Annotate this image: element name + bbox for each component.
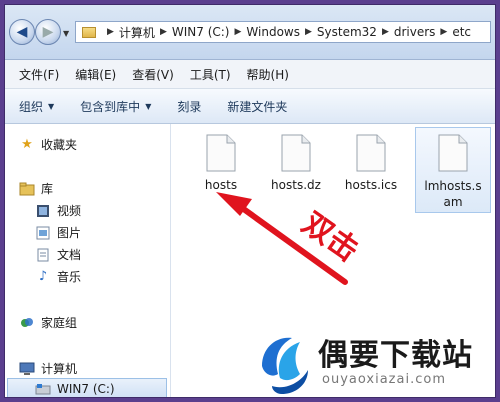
nav-music[interactable]: ♪ 音乐 (35, 268, 81, 285)
video-icon (35, 203, 51, 219)
menu-edit[interactable]: 编辑(E) (75, 66, 116, 83)
burn-label: 刻录 (177, 99, 202, 114)
command-bar: 组织 ▼ 包含到库中 ▼ 刻录 新建文件夹 (5, 89, 495, 124)
file-name: hosts.dz (271, 178, 321, 192)
nav-library[interactable]: 库 (19, 180, 53, 197)
menu-view[interactable]: 查看(V) (132, 66, 174, 83)
nav-video[interactable]: 视频 (35, 202, 81, 219)
logo-title: 偶要下载站 (318, 338, 473, 373)
nav-drive-label: WIN7 (C:) (57, 382, 115, 396)
forward-arrow-icon: ▶ (42, 24, 54, 40)
blank-file-icon (356, 134, 386, 172)
menu-help[interactable]: 帮助(H) (247, 66, 289, 83)
new-folder-label: 新建文件夹 (227, 99, 288, 114)
back-arrow-icon: ◀ (16, 24, 28, 40)
music-note-icon: ♪ (38, 269, 48, 284)
nav-homegroup-label: 家庭组 (41, 316, 78, 330)
logo-emblem (262, 337, 308, 394)
crumb-drivers[interactable]: drivers (394, 25, 436, 39)
blank-file-icon (438, 134, 468, 172)
nav-computer-label: 计算机 (41, 362, 78, 376)
file-hosts-dz[interactable]: hosts.dz (261, 134, 331, 192)
nav-computer[interactable]: 计算机 (19, 360, 77, 377)
picture-icon (35, 225, 51, 241)
file-name: lmhosts.sam (424, 179, 482, 209)
file-name: hosts.ics (344, 178, 398, 192)
crumb-system32[interactable]: System32 (317, 25, 377, 39)
menu-tools[interactable]: 工具(T) (190, 66, 231, 83)
nav-documents-label: 文档 (57, 248, 82, 262)
recent-pages-dropdown-icon[interactable]: ▼ (63, 29, 69, 38)
blank-file-icon (281, 134, 311, 172)
computer-icon (19, 361, 35, 377)
logo-url: ouyaoxiazai.com (322, 372, 446, 387)
document-icon (35, 247, 51, 263)
chevron-right-icon[interactable]: ▶ (305, 27, 312, 37)
nav-documents[interactable]: 文档 (35, 246, 81, 263)
back-button[interactable]: ◀ (9, 19, 35, 45)
include-library-button[interactable]: 包含到库中 ▼ (80, 98, 151, 115)
file-hosts[interactable]: hosts (186, 134, 256, 192)
folder-icon (82, 26, 96, 38)
crumb-windows[interactable]: Windows (246, 25, 300, 39)
file-hosts-ics[interactable]: hosts.ics (336, 134, 406, 192)
site-logo: 偶要下载站 ouyaoxiazai.com (252, 324, 500, 402)
chevron-right-icon[interactable]: ▶ (234, 27, 241, 37)
file-name: hosts (204, 178, 238, 192)
menu-bar: 文件(F) 编辑(E) 查看(V) 工具(T) 帮助(H) (5, 60, 495, 89)
crumb-drive[interactable]: WIN7 (C:) (172, 25, 230, 39)
breadcrumb: ▶ 计算机 ▶ WIN7 (C:) ▶ Windows ▶ System32 ▶… (102, 24, 471, 41)
new-folder-button[interactable]: 新建文件夹 (227, 98, 287, 115)
nav-favorites[interactable]: ★ 收藏夹 (19, 136, 77, 153)
navigation-pane: ★ 收藏夹 库 视频 图片 文档 ♪ 音乐 家庭组 计算机 WIN7 (C:) (5, 124, 171, 397)
address-bar[interactable]: ▶ 计算机 ▶ WIN7 (C:) ▶ Windows ▶ System32 ▶… (75, 21, 491, 43)
chevron-right-icon[interactable]: ▶ (160, 27, 167, 37)
burn-button[interactable]: 刻录 (177, 98, 201, 115)
drive-icon (35, 381, 51, 397)
library-icon (19, 181, 35, 197)
chevron-right-icon[interactable]: ▶ (107, 27, 114, 37)
nav-music-label: 音乐 (57, 270, 82, 284)
menu-file[interactable]: 文件(F) (19, 66, 59, 83)
nav-favorites-label: 收藏夹 (41, 138, 78, 152)
nav-pictures-label: 图片 (57, 226, 82, 240)
chevron-right-icon[interactable]: ▶ (440, 27, 447, 37)
address-toolbar: ◀ ▶ ▼ ▶ 计算机 ▶ WIN7 (C:) ▶ Windows ▶ Syst… (5, 5, 495, 60)
nav-pictures[interactable]: 图片 (35, 224, 81, 241)
crumb-etc[interactable]: etc (452, 25, 471, 39)
organize-label: 组织 (19, 99, 44, 114)
nav-drive[interactable]: WIN7 (C:) (35, 381, 115, 397)
file-lmhosts-sam[interactable]: lmhosts.sam (415, 127, 491, 213)
forward-button[interactable]: ▶ (35, 19, 61, 45)
chevron-right-icon[interactable]: ▶ (382, 27, 389, 37)
homegroup-icon (19, 315, 35, 331)
crumb-computer[interactable]: 计算机 (119, 24, 155, 41)
star-icon: ★ (21, 137, 33, 152)
nav-homegroup[interactable]: 家庭组 (19, 314, 77, 331)
nav-library-label: 库 (41, 182, 54, 196)
include-library-label: 包含到库中 (80, 99, 141, 114)
chevron-down-icon: ▼ (48, 101, 55, 111)
chevron-down-icon: ▼ (145, 101, 152, 111)
nav-video-label: 视频 (57, 204, 82, 218)
organize-button[interactable]: 组织 ▼ (19, 98, 54, 115)
blank-file-icon (206, 134, 236, 172)
